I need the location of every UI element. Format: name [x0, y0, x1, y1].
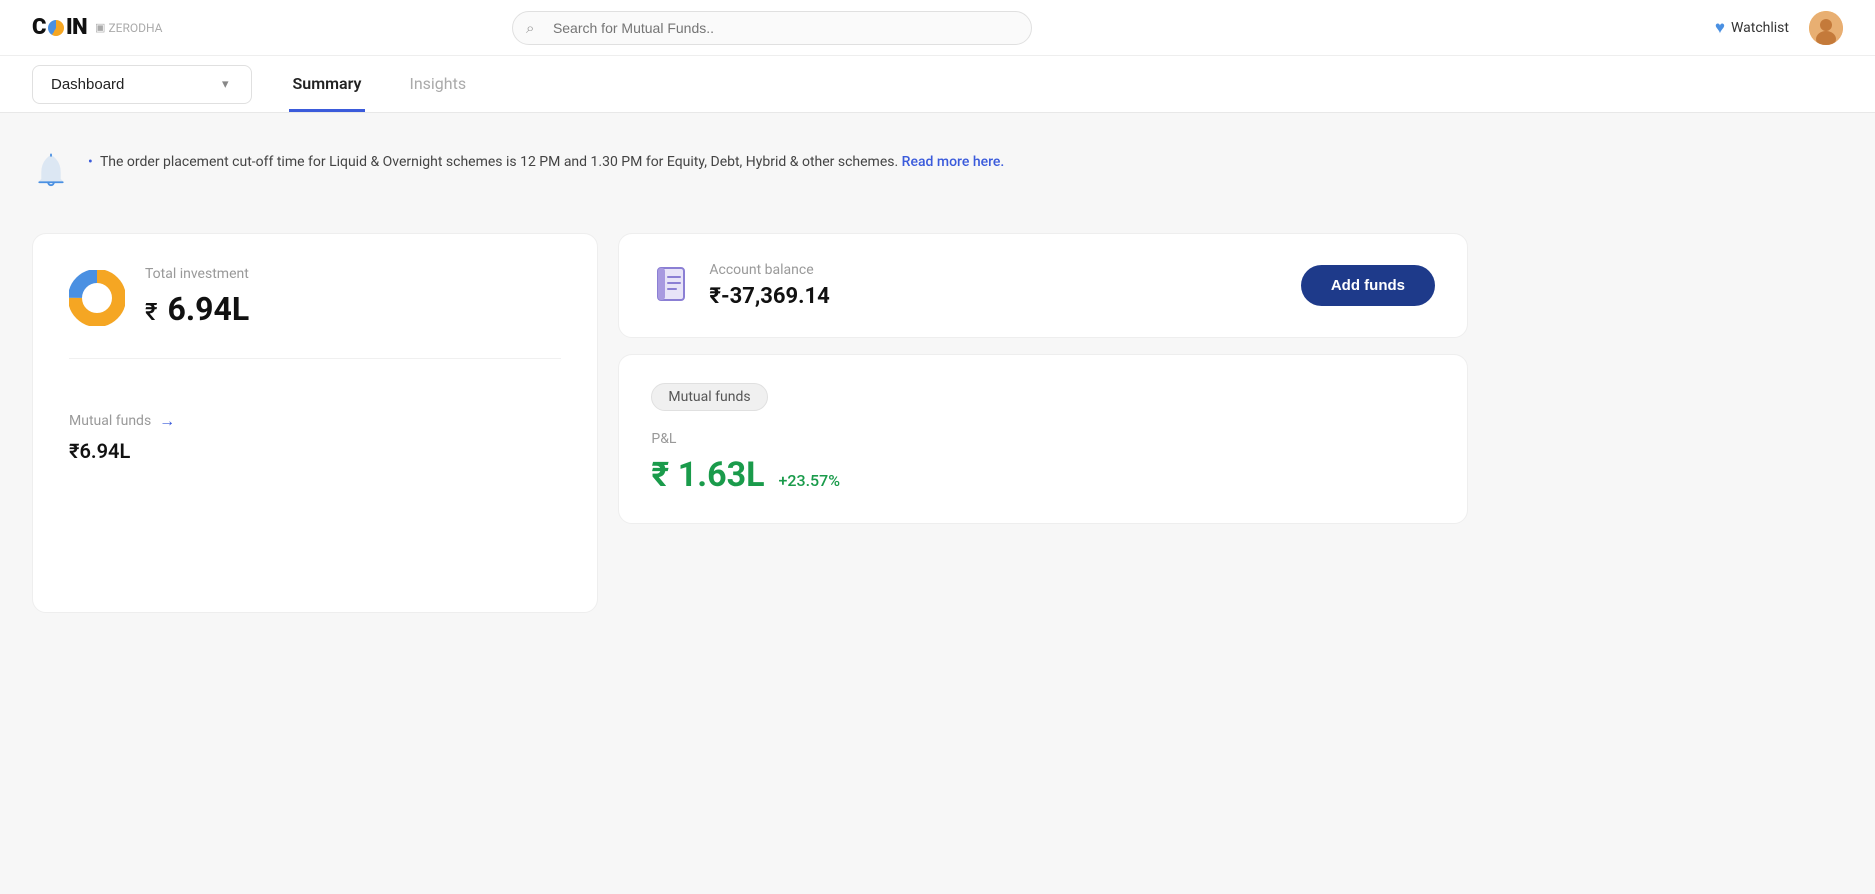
- bell-icon-wrap: [32, 153, 70, 195]
- search-bar[interactable]: ⌕: [512, 11, 1032, 45]
- right-col: Account balance ₹-37,369.14 Add funds Mu…: [618, 233, 1468, 613]
- mutual-funds-label[interactable]: Mutual funds →: [69, 411, 561, 431]
- total-investment-value: ₹ 6.94L: [145, 290, 249, 328]
- notice-banner: • The order placement cut-off time for L…: [32, 141, 1468, 205]
- search-input[interactable]: [512, 11, 1032, 45]
- logo-zerodha: ▣ ZERODHA: [95, 21, 162, 35]
- account-info: Account balance ₹-37,369.14: [709, 262, 829, 309]
- add-funds-button[interactable]: Add funds: [1301, 265, 1435, 306]
- total-investment-label: Total investment: [145, 266, 249, 282]
- search-icon: ⌕: [526, 19, 534, 37]
- account-card: Account balance ₹-37,369.14 Add funds: [618, 233, 1468, 338]
- mutual-funds-pl-card: Mutual funds P&L ₹ 1.63L +23.57%: [618, 354, 1468, 524]
- investment-section: Total investment ₹ 6.94L: [69, 266, 561, 359]
- main-content: • The order placement cut-off time for L…: [0, 113, 1500, 641]
- dashboard-select-wrap: Dashboard ▾: [32, 65, 229, 104]
- watchlist-label: Watchlist: [1731, 20, 1789, 36]
- notice-message: The order placement cut-off time for Liq…: [100, 154, 898, 170]
- logo-area: C IN ▣ ZERODHA: [32, 15, 162, 40]
- navbar: C IN ▣ ZERODHA ⌕ ♥ Watchlist: [0, 0, 1875, 56]
- pl-value: ₹ 1.63L: [651, 455, 764, 495]
- watchlist-button[interactable]: ♥ Watchlist: [1715, 18, 1789, 38]
- pie-chart-icon: [69, 270, 125, 330]
- ledger-icon: [651, 263, 693, 309]
- arrow-right-icon: →: [159, 411, 175, 431]
- mutual-funds-label-text: Mutual funds: [69, 413, 151, 429]
- investment-amount: 6.94L: [167, 290, 249, 328]
- pl-value-row: ₹ 1.63L +23.57%: [651, 455, 1435, 495]
- zerodha-label: ZERODHA: [108, 21, 162, 35]
- tabs-bar: Dashboard ▾ Summary Insights: [0, 56, 1875, 113]
- nav-right: ♥ Watchlist: [1715, 11, 1843, 45]
- tab-summary[interactable]: Summary: [289, 56, 366, 112]
- dashboard-select[interactable]: Dashboard: [32, 65, 252, 104]
- account-left: Account balance ₹-37,369.14: [651, 262, 829, 309]
- account-balance-label: Account balance: [709, 262, 829, 278]
- notice-text: • The order placement cut-off time for L…: [88, 151, 1004, 173]
- rupee-symbol: ₹: [145, 298, 158, 326]
- tab-insights[interactable]: Insights: [405, 56, 470, 112]
- bell-icon: [32, 153, 70, 191]
- logo-coin-circle: [48, 20, 64, 36]
- notice-link[interactable]: Read more here.: [902, 154, 1005, 170]
- mutual-funds-tag: Mutual funds: [651, 383, 767, 411]
- heart-icon: ♥: [1715, 18, 1725, 38]
- mutual-funds-value: ₹6.94L: [69, 439, 561, 463]
- logo-c: C: [32, 15, 46, 40]
- avatar[interactable]: [1809, 11, 1843, 45]
- left-card: Total investment ₹ 6.94L Mutual funds → …: [32, 233, 598, 613]
- pl-percent: +23.57%: [779, 471, 840, 490]
- zerodha-icon: ▣: [95, 21, 105, 34]
- avatar-image: [1809, 11, 1843, 45]
- pl-label: P&L: [651, 431, 1435, 447]
- notice-dot: •: [88, 154, 93, 170]
- logo-in: IN: [66, 15, 87, 40]
- investment-info: Total investment ₹ 6.94L: [145, 266, 249, 328]
- cards-row: Total investment ₹ 6.94L Mutual funds → …: [32, 233, 1468, 613]
- account-balance-value: ₹-37,369.14: [709, 284, 829, 309]
- mf-section: Mutual funds → ₹6.94L: [69, 411, 561, 463]
